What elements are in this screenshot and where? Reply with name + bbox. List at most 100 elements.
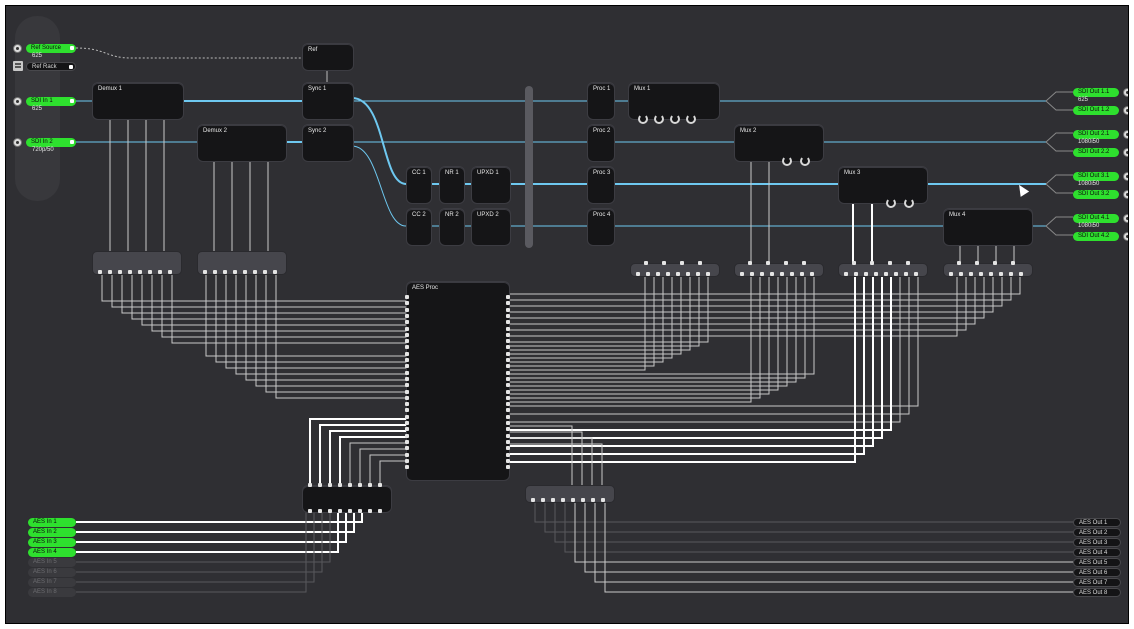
aes-proc-input-port[interactable]	[405, 313, 409, 318]
mux-2-knob-icon[interactable]	[782, 156, 792, 166]
audio-mux-port[interactable]	[844, 272, 848, 276]
aes-proc-output-port[interactable]	[506, 376, 510, 381]
aes-output-mux-port[interactable]	[561, 498, 565, 502]
cc-1-block[interactable]: CC 1	[406, 166, 432, 204]
aes-input-mux-port[interactable]	[308, 483, 312, 487]
cc-2-block[interactable]: CC 2	[406, 208, 432, 246]
audio-mux-port[interactable]	[949, 272, 953, 276]
aes-proc-input-port[interactable]	[405, 364, 409, 369]
aes-output-mux-port[interactable]	[531, 498, 535, 502]
aes-input-mux-port[interactable]	[328, 483, 332, 487]
aes-proc-input-port[interactable]	[405, 301, 409, 306]
sdi-out-1-2-pill[interactable]: SDI Out 1.2	[1073, 106, 1119, 115]
proc-1-block[interactable]: Proc 1	[587, 82, 615, 120]
aes-in-4-pill[interactable]: AES In 4	[28, 548, 76, 557]
audio-mux-port[interactable]	[784, 261, 788, 265]
aes-proc-input-port[interactable]	[405, 376, 409, 381]
aes-out-3-pill[interactable]: AES Out 3	[1073, 538, 1121, 547]
aes-input-mux-port[interactable]	[338, 509, 342, 513]
aes-input-mux-port[interactable]	[348, 509, 352, 513]
audio-mux-port[interactable]	[870, 261, 874, 265]
audio-mux-port[interactable]	[118, 270, 122, 274]
aes-output-mux-port[interactable]	[571, 498, 575, 502]
mux-4-block[interactable]: Mux 4	[943, 208, 1033, 246]
mux-1-knob-icon[interactable]	[638, 114, 648, 124]
aes-in-3-pill[interactable]: AES In 3	[28, 538, 76, 547]
audio-mux-port[interactable]	[802, 261, 806, 265]
audio-mux-port[interactable]	[213, 270, 217, 274]
audio-mux-port[interactable]	[993, 261, 997, 265]
aes-proc-output-port[interactable]	[506, 351, 510, 356]
aes-proc-input-port[interactable]	[405, 452, 409, 457]
aes-proc-input-port[interactable]	[405, 439, 409, 444]
audio-mux-port[interactable]	[138, 270, 142, 274]
audio-mux-port[interactable]	[273, 270, 277, 274]
aes-proc-output-port[interactable]	[506, 458, 510, 463]
aes-out-4-pill[interactable]: AES Out 4	[1073, 548, 1121, 557]
audio-mux-port[interactable]	[874, 272, 878, 276]
aes-proc-output-port[interactable]	[506, 364, 510, 369]
aes-proc-output-port[interactable]	[506, 326, 510, 331]
aes-in-5-pill[interactable]: AES In 5	[28, 558, 76, 567]
aes-proc-output-port[interactable]	[506, 433, 510, 438]
aes-proc-input-port[interactable]	[405, 326, 409, 331]
audio-mux-port[interactable]	[656, 272, 660, 276]
aes-input-mux-port[interactable]	[358, 483, 362, 487]
demux-2-block[interactable]: Demux 2	[197, 124, 287, 162]
sdi-out-3-1-pill[interactable]: SDI Out 3.1	[1073, 172, 1119, 181]
sdi-out-1-1-pill[interactable]: SDI Out 1.1	[1073, 88, 1119, 97]
audio-mux-port[interactable]	[740, 272, 744, 276]
aes-proc-input-port[interactable]	[405, 408, 409, 413]
audio-mux-port[interactable]	[969, 272, 973, 276]
signal-flow-canvas[interactable]: Ref Source 625 Ref Rack SDI In 1 625 SDI…	[5, 5, 1129, 624]
audio-mux-port[interactable]	[646, 272, 650, 276]
audio-mux-port[interactable]	[884, 272, 888, 276]
sdi-out-2-2-pill[interactable]: SDI Out 2.2	[1073, 148, 1119, 157]
audio-mux-port[interactable]	[854, 272, 858, 276]
aes-proc-output-port[interactable]	[506, 358, 510, 362]
aes-proc-input-port[interactable]	[405, 433, 409, 438]
aes-proc-input-port[interactable]	[405, 427, 409, 432]
audio-mux-port[interactable]	[790, 272, 794, 276]
audio-mux-port[interactable]	[894, 272, 898, 276]
audio-mux-port[interactable]	[989, 272, 993, 276]
aes-in-7-pill[interactable]: AES In 7	[28, 578, 76, 587]
aes-input-mux-port[interactable]	[378, 483, 382, 487]
audio-mux-port[interactable]	[770, 272, 774, 276]
audio-mux-port[interactable]	[906, 261, 910, 265]
proc-2-block[interactable]: Proc 2	[587, 124, 615, 162]
ref-rack-pill[interactable]: Ref Rack	[26, 62, 76, 71]
aes-output-mux-port[interactable]	[591, 498, 595, 502]
ref-source-pill[interactable]: Ref Source	[26, 44, 76, 53]
aes-input-mux-port[interactable]	[328, 509, 332, 513]
aes-input-mux-port[interactable]	[378, 509, 382, 513]
nr-1-block[interactable]: NR 1	[439, 166, 465, 204]
audio-mux-port[interactable]	[223, 270, 227, 274]
upxd-1-block[interactable]: UPXD 1	[471, 166, 511, 204]
aes-in-6-pill[interactable]: AES In 6	[28, 568, 76, 577]
aes-out-7-pill[interactable]: AES Out 7	[1073, 578, 1121, 587]
aes-proc-output-port[interactable]	[506, 395, 510, 400]
aes-proc-output-port[interactable]	[506, 408, 510, 413]
audio-mux-port[interactable]	[253, 270, 257, 274]
audio-mux-port[interactable]	[852, 261, 856, 265]
aes-proc-input-port[interactable]	[405, 458, 409, 463]
nr-2-block[interactable]: NR 2	[439, 208, 465, 246]
sdi-in-2-pill[interactable]: SDI In 2	[26, 138, 76, 147]
sync-1-block[interactable]: Sync 1	[302, 82, 354, 120]
aes-output-mux-port[interactable]	[581, 498, 585, 502]
audio-mux-port[interactable]	[760, 272, 764, 276]
aes-out-6-pill[interactable]: AES Out 6	[1073, 568, 1121, 577]
sdi-in-1-connector-icon[interactable]	[13, 97, 22, 106]
aes-input-mux-port[interactable]	[338, 483, 342, 487]
audio-mux-port[interactable]	[800, 272, 804, 276]
sdi-out-3-1-connector-icon[interactable]	[1123, 172, 1128, 181]
audio-mux-port[interactable]	[780, 272, 784, 276]
audio-mux-port[interactable]	[696, 272, 700, 276]
aes-proc-output-port[interactable]	[506, 295, 510, 299]
audio-mux-port[interactable]	[636, 272, 640, 276]
aes-proc-input-port[interactable]	[405, 414, 409, 419]
audio-mux-port[interactable]	[243, 270, 247, 274]
sync-2-block[interactable]: Sync 2	[302, 124, 354, 162]
mux-1-knob-icon[interactable]	[654, 114, 664, 124]
